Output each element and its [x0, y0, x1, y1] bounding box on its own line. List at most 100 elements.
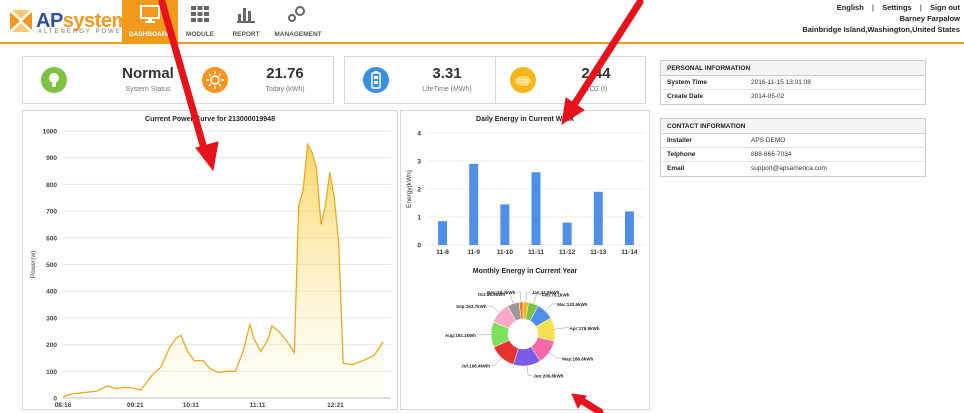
info-value: 888-666-7034	[751, 151, 792, 158]
lifetime-caption: LifeTime (MWh)	[422, 86, 472, 93]
x-tick-label: 11-11	[528, 249, 544, 256]
x-tick-label: 12:21	[327, 402, 344, 409]
pie-label: Jul:198.4kWh	[461, 363, 490, 368]
co2-value: 2.44	[581, 65, 611, 82]
pie-leader-line	[533, 294, 541, 304]
bar-11-11	[531, 172, 541, 245]
x-tick-label: 11-9	[467, 249, 480, 256]
user-area: English | Settings | Sign out Barney Far…	[802, 2, 960, 35]
power-curve-chart: 0100200300400500600700800900100008:16 09:…	[30, 129, 391, 409]
pie-label: Jun:206.8kWh	[533, 374, 564, 379]
bar-chart-icon	[237, 8, 255, 23]
pie-label: Sep:163.7kWh	[456, 304, 487, 309]
contact-info-title: CONTACT INFORMATION	[661, 119, 925, 134]
battery-icon	[363, 67, 389, 93]
contact-info-table: CONTACT INFORMATION Installer APS DEMO Te…	[660, 118, 926, 177]
logo-tagline: ALTENERGY POWER	[38, 29, 129, 35]
x-tick-label: 11-13	[590, 249, 607, 256]
table-row: Installer APS DEMO	[661, 134, 925, 148]
gears-icon	[288, 6, 305, 22]
pie-leader-line	[516, 291, 522, 303]
user-location: Bainbridge Island,Washington,United Stat…	[802, 25, 960, 34]
pie-label: Feb:75.1kWh	[542, 292, 570, 297]
y-tick-label: 600	[46, 235, 57, 242]
info-key: Installer	[667, 137, 692, 144]
pie-label: Apr:176.9kWh	[570, 326, 600, 331]
x-tick-label: 11-14	[621, 249, 638, 256]
y-tick-label: 1000	[43, 129, 58, 136]
nav-dashboard-label: DASHBOARD	[128, 31, 172, 38]
table-row: System Time 2016-11-15 13:01:08	[661, 76, 925, 90]
stat-card-today: 21.76 Today (kWh)	[184, 56, 334, 104]
signout-link[interactable]: Sign out	[930, 3, 960, 12]
pie-label: Aug:192.1kWh	[445, 333, 476, 338]
pie-leader-line	[487, 305, 500, 313]
y-tick-label: 500	[46, 262, 57, 269]
power-area	[63, 144, 384, 398]
bar-11-8	[438, 221, 448, 245]
monthly-energy-chart: Jan:41.8kWhFeb:75.1kWhMar:132.6kWhApr:17…	[445, 290, 600, 379]
monitor-icon	[140, 5, 160, 23]
top-header: APsystems ALTENERGY POWER DASHBOARD MODU…	[0, 0, 964, 44]
pie-leader-line	[526, 365, 533, 376]
x-tick-label: 11-10	[497, 249, 514, 256]
grid-icon	[191, 6, 209, 22]
info-key: Create Date	[667, 93, 704, 100]
y-tick-label: 100	[46, 369, 57, 376]
y-tick-label: 4	[417, 131, 421, 138]
energy-panel: Daily Energy in Current Week 0 1 2 3 4 Energy…	[400, 110, 650, 410]
stat-card-co2: CO2 2.44 CO2 (t)	[496, 56, 646, 104]
bar-11-9	[469, 163, 479, 245]
info-key: Email	[667, 165, 685, 172]
x-tick-label: 10:11	[183, 402, 200, 409]
monthly-chart-title: Monthly Energy in Current Year	[472, 268, 578, 275]
x-tick-label: 08:16	[55, 402, 72, 409]
today-caption: Today (kWh)	[265, 86, 305, 93]
x-tick-label: 09:21	[127, 402, 144, 409]
y-tick-label: 3	[417, 159, 421, 166]
x-tick-label: 11-8	[436, 249, 449, 256]
nav-dashboard[interactable]: DASHBOARD	[122, 0, 178, 44]
lifetime-value: 3.31	[432, 65, 462, 82]
personal-info-title: PERSONAL INFORMATION	[661, 61, 925, 76]
bar-11-10	[500, 204, 510, 245]
bar-11-12	[562, 222, 572, 245]
power-curve-panel: Current Power Curve for 213000019948 0 10…	[22, 110, 398, 410]
x-tick-label: 11:11	[250, 402, 266, 409]
y-tick-label: 800	[46, 182, 57, 189]
nav-management[interactable]: MANAGEMENT	[268, 0, 328, 44]
info-value: 2016-11-15 13:01:08	[751, 79, 811, 86]
y-axis-label: Energy(kWh)	[406, 170, 413, 208]
link-separator: |	[871, 3, 875, 12]
y-tick-label: 1	[417, 215, 421, 222]
x-tick-label: 11-12	[559, 249, 576, 256]
bar-11-14	[624, 211, 634, 245]
info-key: System Time	[667, 79, 707, 86]
english-link[interactable]: English	[837, 3, 864, 12]
pie-label: May:186.6kWh	[562, 356, 593, 361]
info-value: APS DEMO	[751, 137, 786, 144]
pie-leader-line	[548, 352, 562, 359]
sun-icon	[202, 67, 228, 93]
table-row: Telphone 888-666-7034	[661, 148, 925, 162]
y-axis-label: Power(w)	[30, 251, 37, 278]
pie-label: Nov:29.3kWh	[487, 290, 516, 295]
bar-11-13	[593, 191, 603, 245]
nav-report[interactable]: REPORT	[218, 0, 274, 44]
bulb-icon	[41, 67, 67, 93]
stat-card-lifetime: 3.31 LifeTime (MWh)	[344, 56, 496, 104]
y-tick-label: 2	[417, 187, 421, 194]
pie-leader-line	[545, 303, 557, 312]
table-row: Create Date 2014-05-02	[661, 90, 925, 104]
y-tick-label: 0	[417, 243, 421, 250]
nav-report-label: REPORT	[232, 31, 260, 38]
y-tick-label: 700	[46, 209, 57, 216]
info-key: Telphone	[667, 151, 696, 158]
settings-link[interactable]: Settings	[882, 3, 912, 12]
stat-card-status: Normal System Status	[22, 56, 204, 104]
pie-leader-line	[506, 293, 514, 304]
y-tick-label: 400	[46, 289, 57, 296]
link-separator: |	[919, 3, 922, 12]
info-value: support@apsamerica.com	[751, 165, 827, 172]
info-value: 2014-05-02	[751, 93, 785, 100]
